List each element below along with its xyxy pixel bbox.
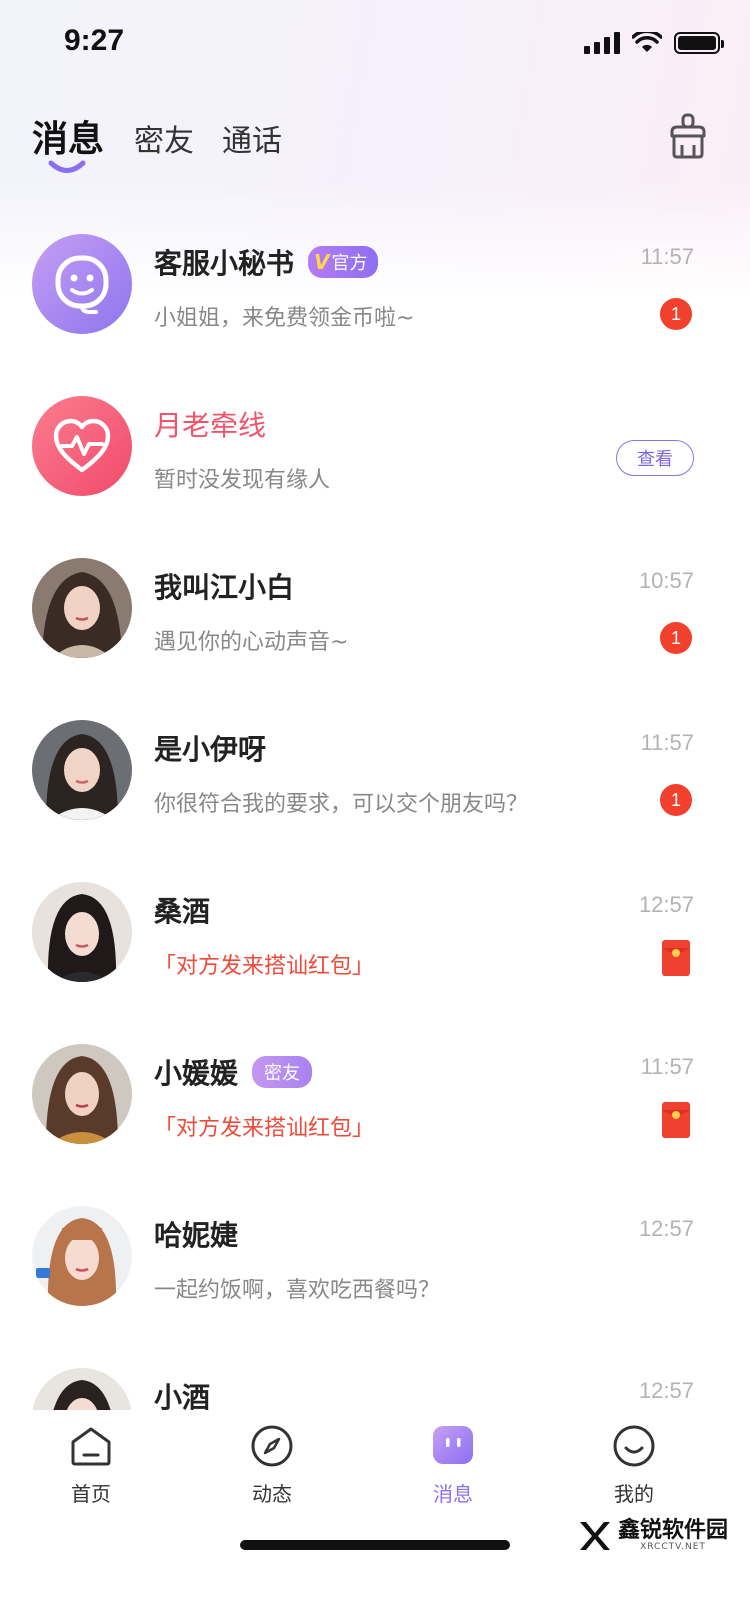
conversation-list: 客服小秘书 V 官方 小姐姐，来免费领金币啦~ 11:57 1 月老牵线 暂时没… bbox=[0, 220, 750, 1410]
watermark: 鑫锐软件园 XRCCTV.NET bbox=[576, 1518, 728, 1554]
name-text: 哈妮婕 bbox=[154, 1219, 239, 1252]
compass-icon bbox=[251, 1425, 293, 1467]
red-packet-icon bbox=[662, 1102, 690, 1138]
tab-calls[interactable]: 通话 bbox=[222, 116, 282, 160]
nav-home[interactable]: 首页 bbox=[31, 1424, 151, 1507]
message-preview: 你很符合我的要求，可以交个朋友吗？ bbox=[154, 792, 529, 817]
conversation-row[interactable]: 是小伊呀 你很符合我的要求，可以交个朋友吗？ 11:57 1 bbox=[0, 706, 750, 868]
avatar bbox=[32, 558, 132, 658]
message-preview: 暂时没发现有缘人 bbox=[154, 468, 331, 493]
tab-close-friends[interactable]: 密友 bbox=[134, 116, 194, 160]
conversation-name: 客服小秘书 V 官方 bbox=[154, 242, 378, 282]
watermark-text: 鑫锐软件园 bbox=[617, 1518, 728, 1543]
avatar bbox=[32, 1368, 132, 1410]
wifi-icon bbox=[632, 32, 662, 52]
message-time: 10:57 bbox=[638, 568, 694, 593]
avatar bbox=[32, 882, 132, 982]
conversation-row[interactable]: 桑酒 「对方发来搭讪红包」 12:57 bbox=[0, 868, 750, 1030]
conversation-name: 月老牵线 bbox=[154, 404, 266, 444]
cellular-signal-icon bbox=[584, 32, 620, 54]
conversation-row[interactable]: 小媛媛 密友 「对方发来搭讪红包」 11:57 bbox=[0, 1030, 750, 1192]
tab-messages[interactable]: 消息 bbox=[32, 110, 104, 162]
official-badge: V 官方 bbox=[308, 246, 378, 278]
badge-label: 官方 bbox=[331, 253, 368, 274]
avatar bbox=[32, 234, 132, 334]
header: 消息 密友 通话 bbox=[0, 110, 750, 190]
avatar-photo bbox=[32, 882, 132, 982]
conversation-row[interactable]: 小酒 12:57 bbox=[0, 1354, 750, 1410]
message-preview: 一起约饭啊，喜欢吃西餐吗？ bbox=[154, 1278, 441, 1303]
unread-badge: 1 bbox=[660, 298, 692, 330]
unread-badge: 1 bbox=[660, 622, 692, 654]
conversation-name: 桑酒 bbox=[154, 890, 210, 930]
avatar bbox=[32, 720, 132, 820]
message-preview: 小姐姐，来免费领金币啦~ bbox=[154, 306, 415, 331]
avatar-photo bbox=[32, 1206, 132, 1306]
message-time: 12:57 bbox=[638, 892, 694, 917]
nav-label: 我的 bbox=[614, 1482, 654, 1506]
message-icon bbox=[433, 1426, 473, 1464]
message-time: 12:57 bbox=[638, 1378, 694, 1403]
conversation-name: 是小伊呀 bbox=[154, 728, 266, 768]
support-agent-icon bbox=[55, 255, 109, 314]
name-text: 桑酒 bbox=[154, 895, 211, 928]
view-button[interactable]: 查看 bbox=[616, 440, 694, 476]
status-bar: 9:27 bbox=[0, 0, 750, 90]
broom-icon[interactable] bbox=[666, 112, 710, 160]
status-time: 9:27 bbox=[64, 24, 125, 57]
message-preview: 遇见你的心动声音~ bbox=[154, 630, 349, 655]
close-friend-badge: 密友 bbox=[252, 1056, 313, 1088]
heartbeat-icon bbox=[53, 418, 111, 473]
avatar-photo bbox=[32, 1368, 132, 1410]
red-packet-icon bbox=[662, 940, 690, 976]
conversation-row[interactable]: 我叫江小白 遇见你的心动声音~ 10:57 1 bbox=[0, 544, 750, 706]
name-text: 小媛媛 bbox=[154, 1057, 239, 1090]
avatar bbox=[32, 396, 132, 496]
conversation-name: 哈妮婕 bbox=[154, 1214, 238, 1254]
name-text: 小酒 bbox=[154, 1381, 211, 1410]
message-preview: 「对方发来搭讪红包」 bbox=[154, 954, 375, 979]
avatar-photo bbox=[32, 558, 132, 658]
avatar bbox=[32, 1044, 132, 1144]
conversation-row[interactable]: 月老牵线 暂时没发现有缘人 查看 bbox=[0, 382, 750, 544]
name-text: 月老牵线 bbox=[154, 409, 267, 442]
bottom-nav: 首页 动态 消息 我的 bbox=[0, 1410, 750, 1624]
message-preview: 「对方发来搭讪红包」 bbox=[154, 1116, 375, 1141]
message-time: 11:57 bbox=[640, 730, 694, 755]
battery-icon bbox=[674, 32, 724, 54]
home-icon bbox=[71, 1427, 111, 1466]
conversation-row[interactable]: 客服小秘书 V 官方 小姐姐，来免费领金币啦~ 11:57 1 bbox=[0, 220, 750, 382]
unread-badge: 1 bbox=[660, 784, 692, 816]
avatar-photo bbox=[32, 1044, 132, 1144]
avatar-photo bbox=[32, 720, 132, 820]
name-text: 客服小秘书 bbox=[154, 247, 295, 280]
home-indicator bbox=[240, 1540, 510, 1550]
nav-messages[interactable]: 消息 bbox=[393, 1424, 513, 1507]
tab-active-indicator bbox=[48, 160, 86, 173]
verified-icon: V bbox=[314, 250, 330, 274]
name-text: 我叫江小白 bbox=[154, 571, 295, 604]
name-text: 是小伊呀 bbox=[154, 733, 267, 766]
watermark-subtext: XRCCTV.NET bbox=[640, 1542, 706, 1552]
nav-label: 动态 bbox=[252, 1482, 292, 1506]
conversation-row[interactable]: 哈妮婕 一起约饭啊，喜欢吃西餐吗？ 12:57 bbox=[0, 1192, 750, 1354]
nav-moments[interactable]: 动态 bbox=[212, 1424, 332, 1507]
conversation-name: 我叫江小白 bbox=[154, 566, 294, 606]
nav-me[interactable]: 我的 bbox=[574, 1424, 694, 1507]
smile-icon bbox=[613, 1425, 655, 1467]
nav-label: 首页 bbox=[71, 1482, 111, 1506]
conversation-name: 小酒 bbox=[154, 1376, 210, 1410]
watermark-logo-icon bbox=[579, 1522, 610, 1550]
conversation-name: 小媛媛 密友 bbox=[154, 1052, 313, 1092]
nav-label: 消息 bbox=[433, 1482, 473, 1506]
status-icons bbox=[584, 32, 724, 54]
message-time: 11:57 bbox=[640, 244, 694, 269]
avatar bbox=[32, 1206, 132, 1306]
message-time: 12:57 bbox=[638, 1216, 694, 1241]
message-time: 11:57 bbox=[640, 1054, 694, 1079]
